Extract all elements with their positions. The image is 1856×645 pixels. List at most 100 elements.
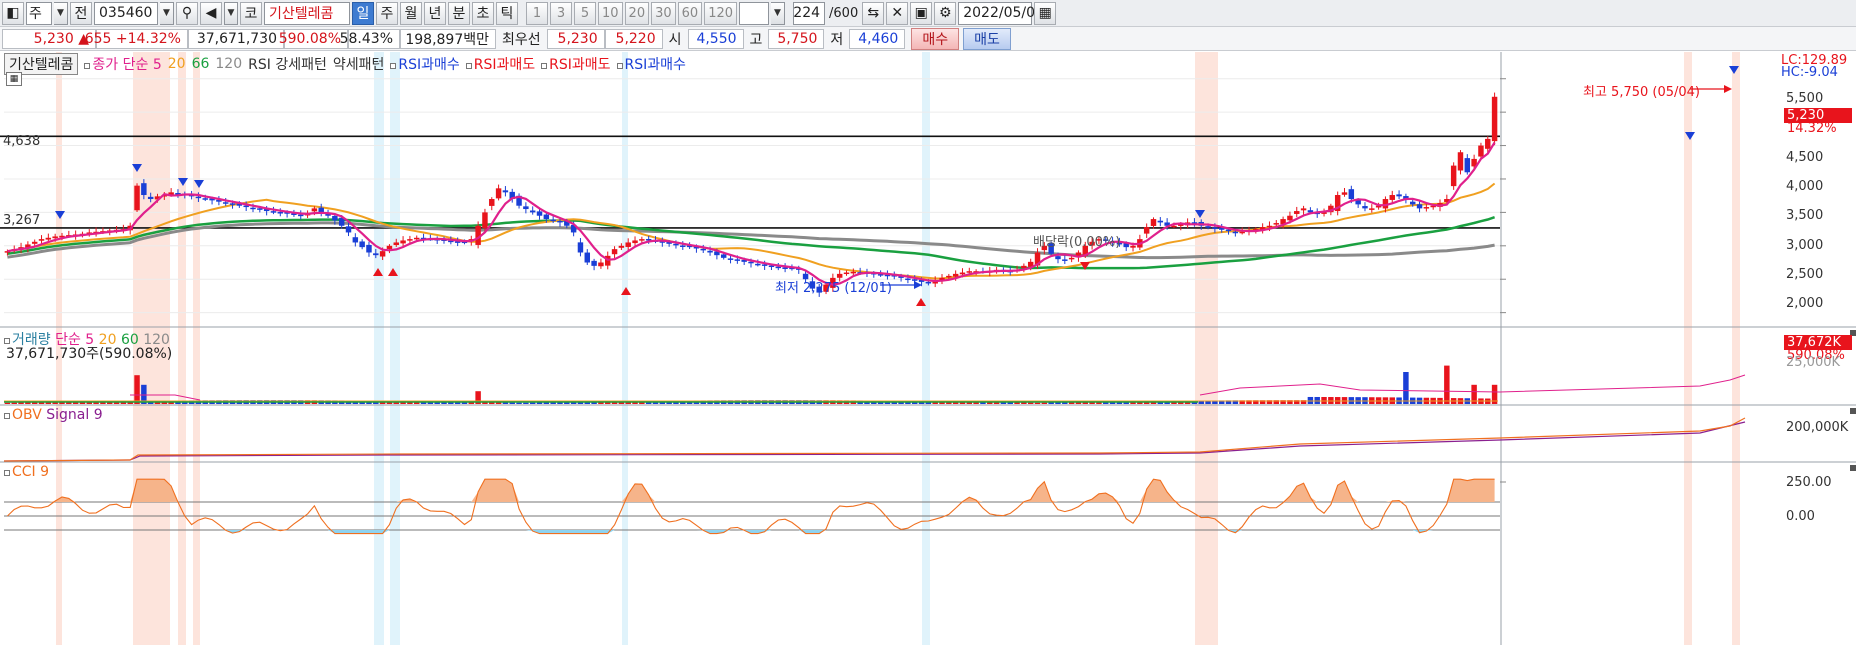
tf-week-button[interactable]: 주 xyxy=(376,1,398,25)
interval-button[interactable]: 10 xyxy=(598,1,623,25)
best-bid-cell: 5,220 xyxy=(604,28,663,49)
custom-interval-input[interactable] xyxy=(739,1,770,25)
chevron-down-icon[interactable]: ▼ xyxy=(771,1,786,25)
volume-summary: 37,671,730주(590.08%) xyxy=(6,346,173,362)
volume-bar xyxy=(516,402,522,404)
tf-year-button[interactable]: 년 xyxy=(424,1,446,25)
candle-body xyxy=(1150,219,1157,226)
candle-body xyxy=(352,237,359,243)
stock-code-input[interactable]: 035460 xyxy=(94,1,158,25)
interval-button[interactable]: 30 xyxy=(651,1,676,25)
panel-menu-icon xyxy=(1850,465,1856,471)
obv-tick: 200,000K xyxy=(1786,420,1849,435)
candle-body xyxy=(734,259,741,261)
candle-body xyxy=(141,183,147,196)
layout-icon[interactable]: ◧ xyxy=(2,1,24,25)
chevron-down-icon[interactable]: ▼ xyxy=(224,1,238,25)
count-total: /600 xyxy=(829,5,859,21)
candle-body xyxy=(482,212,488,229)
candle-body xyxy=(1232,231,1239,234)
volume-bar xyxy=(11,402,17,404)
high-pointer-icon xyxy=(1724,85,1732,93)
candle-body xyxy=(1300,208,1307,211)
y-tick: 3,000 xyxy=(1786,238,1824,253)
stock-name-field: 기산텔레콤 xyxy=(264,1,350,25)
candle-body xyxy=(359,241,365,248)
price-change-pct: +14.32% xyxy=(115,30,181,47)
gear-icon[interactable]: ⚙ xyxy=(934,1,957,25)
candle-body xyxy=(502,190,509,193)
obv-signal: Signal 9 xyxy=(46,407,103,423)
interval-button[interactable]: 5 xyxy=(574,1,596,25)
cci-tick-250: 250.00 xyxy=(1786,475,1832,490)
count-input[interactable]: 224 xyxy=(793,1,826,25)
volume-bar xyxy=(1321,396,1327,404)
tf-sec-button[interactable]: 초 xyxy=(472,1,494,25)
buy-button[interactable]: 매수 xyxy=(911,27,960,50)
candle-body xyxy=(366,244,372,253)
tf-tick-button[interactable]: 틱 xyxy=(496,1,518,25)
date-input[interactable]: 2022/05/04 xyxy=(958,1,1044,25)
obv-legend: OBV Signal 9 xyxy=(4,407,103,423)
candle-body xyxy=(618,245,625,248)
hline-3267-label: 3,267 xyxy=(3,213,41,228)
toolbar-main: ◧ 주 ▼ 전 035460 ▼ ⚲ ◀ ▼ 코 기산텔레콤 일 주 월 년 분… xyxy=(0,0,1856,27)
candle-body xyxy=(45,237,52,240)
tf-day-button[interactable]: 일 xyxy=(352,1,374,25)
candle-body xyxy=(202,198,208,200)
candle-body xyxy=(1362,206,1368,209)
open-cell: 4,550 xyxy=(687,28,744,49)
volume-cell: 37,671,730 xyxy=(188,28,284,49)
candle-body xyxy=(952,273,959,277)
candle-body xyxy=(1239,231,1245,234)
period-select[interactable]: 주 xyxy=(26,1,52,25)
speaker-icon[interactable]: ◀ xyxy=(200,1,222,25)
amount-cell: 198,897백만 xyxy=(400,28,496,49)
tf-min-button[interactable]: 분 xyxy=(448,1,470,25)
candle-body xyxy=(523,206,529,210)
crosshair-icon[interactable]: ✕ xyxy=(886,1,909,25)
candle-body xyxy=(639,239,645,241)
volume-bar xyxy=(509,402,515,404)
interval-button[interactable]: 1 xyxy=(526,1,548,25)
candle-body xyxy=(577,242,584,253)
volume-bar xyxy=(1027,402,1034,404)
scope-button[interactable]: 전 xyxy=(70,1,92,25)
interval-button[interactable]: 20 xyxy=(624,1,650,25)
candle-body xyxy=(38,239,45,241)
chevron-down-icon[interactable]: ▼ xyxy=(160,1,174,25)
interval-button[interactable]: 120 xyxy=(704,1,738,25)
calendar-icon[interactable]: ▦ xyxy=(1034,1,1057,25)
candle-body xyxy=(598,262,604,267)
stock-chart[interactable] xyxy=(0,51,1856,645)
tf-month-button[interactable]: 월 xyxy=(400,1,422,25)
volume-bar xyxy=(1314,396,1320,404)
market-badge[interactable]: 코 xyxy=(240,1,262,25)
chevron-down-icon[interactable]: ▼ xyxy=(54,1,68,25)
legend-rsi-oversell-1-text: RSI과매도 xyxy=(473,57,536,73)
candle-body xyxy=(591,260,597,266)
candle-body xyxy=(1485,138,1491,149)
volume-ratio-cell: 590.08% xyxy=(279,28,348,49)
candle-body xyxy=(1212,227,1218,230)
interval-button[interactable]: 60 xyxy=(677,1,703,25)
candle-body xyxy=(673,243,679,246)
volume-ma5-line xyxy=(130,374,1746,401)
candle-body xyxy=(720,254,727,258)
stock-name-value: 기산텔레콤 xyxy=(269,6,334,22)
turnover-cell: 58.43% xyxy=(340,28,400,49)
candle-body xyxy=(775,266,782,269)
legend-rsi-overbuy-2: RSI과매수 xyxy=(616,54,686,74)
hc-value: HC:-9.04 xyxy=(1781,65,1838,80)
candle-body xyxy=(680,245,686,247)
low-note: 최저 2,275 (12/01) xyxy=(775,281,893,296)
interval-button[interactable]: 3 xyxy=(550,1,572,25)
pattern-band-blue xyxy=(922,52,930,645)
save-icon[interactable]: ▣ xyxy=(910,1,933,25)
sell-button[interactable]: 매도 xyxy=(963,27,1011,50)
y-tick: 4,500 xyxy=(1786,150,1824,165)
compare-icon[interactable]: ⇆ xyxy=(862,1,885,25)
candle-body xyxy=(489,199,495,206)
grid-table-icon[interactable]: ▦ xyxy=(6,72,22,86)
search-icon[interactable]: ⚲ xyxy=(176,1,198,25)
